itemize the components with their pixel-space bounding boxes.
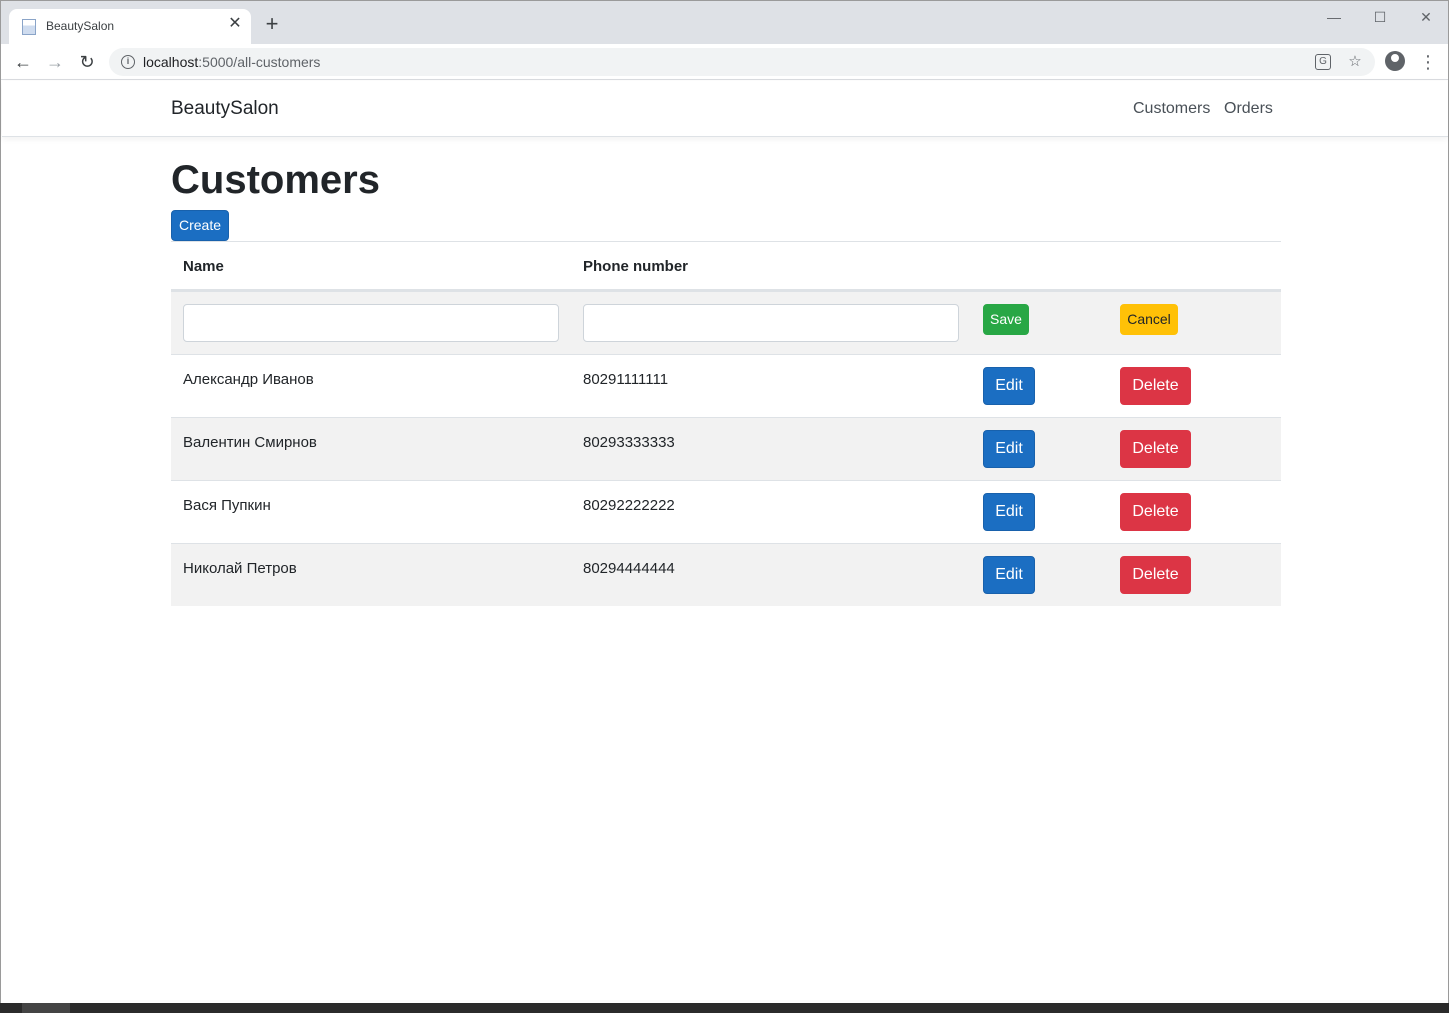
save-button[interactable]: Save: [983, 304, 1029, 335]
name-input[interactable]: [183, 304, 559, 342]
table-row: Валентин Смирнов 80293333333 Edit Delete: [171, 417, 1281, 480]
close-window-button[interactable]: ✕: [1411, 6, 1441, 28]
edit-button[interactable]: Edit: [983, 367, 1035, 405]
browser-toolbar: ← → ↻ i localhost:5000/all-customers G ☆…: [1, 44, 1448, 80]
delete-button[interactable]: Delete: [1120, 367, 1191, 405]
customer-phone: 80294444444: [583, 560, 675, 577]
customer-name: Александр Иванов: [183, 371, 314, 388]
column-header-name: Name: [183, 258, 224, 275]
profile-avatar-icon[interactable]: [1385, 51, 1405, 71]
browser-window: BeautySalon ✕ + — ☐ ✕ ← → ↻ i localhost:…: [0, 0, 1449, 1004]
tab-strip: BeautySalon ✕ + — ☐ ✕: [1, 1, 1448, 44]
minimize-window-button[interactable]: —: [1319, 6, 1349, 28]
os-taskbar: [0, 1003, 1449, 1013]
customer-name: Николай Петров: [183, 560, 297, 577]
browser-tab[interactable]: BeautySalon ✕: [9, 9, 251, 44]
delete-button[interactable]: Delete: [1120, 556, 1191, 594]
forward-button[interactable]: →: [44, 51, 66, 73]
customer-phone: 80291111111: [583, 371, 669, 388]
nav-link-orders[interactable]: Orders: [1224, 100, 1273, 118]
edit-button[interactable]: Edit: [983, 493, 1035, 531]
site-navbar: BeautySalon Customers Orders: [2, 81, 1448, 137]
create-button[interactable]: Create: [171, 210, 229, 241]
navbar-brand[interactable]: BeautySalon: [171, 98, 279, 120]
page-favicon-icon: [22, 19, 36, 35]
page-title: Customers: [171, 158, 380, 202]
column-header-phone: Phone number: [583, 258, 689, 275]
table-row: Николай Петров 80294444444 Edit Delete: [171, 543, 1281, 606]
back-button[interactable]: ←: [12, 51, 34, 73]
taskbar-item[interactable]: [22, 1003, 70, 1013]
edit-button[interactable]: Edit: [983, 430, 1035, 468]
url-host: localhost: [143, 54, 199, 70]
delete-button[interactable]: Delete: [1120, 493, 1191, 531]
address-bar[interactable]: i localhost:5000/all-customers G ☆: [109, 48, 1375, 76]
cancel-button[interactable]: Cancel: [1120, 304, 1178, 335]
customer-name: Вася Пупкин: [183, 497, 271, 514]
page-content: BeautySalon Customers Orders Customers C…: [2, 81, 1448, 1004]
customer-name: Валентин Смирнов: [183, 434, 317, 451]
site-info-icon[interactable]: i: [121, 55, 135, 69]
new-customer-row: Save Cancel: [171, 291, 1281, 354]
url-text[interactable]: localhost:5000/all-customers: [143, 54, 320, 70]
url-path: :5000/all-customers: [198, 54, 321, 70]
table-header: Name Phone number: [171, 241, 1281, 291]
phone-input[interactable]: [583, 304, 959, 342]
close-tab-icon[interactable]: ✕: [226, 15, 244, 33]
customer-phone: 80293333333: [583, 434, 675, 451]
translate-icon[interactable]: G: [1315, 54, 1331, 70]
table-row: Александр Иванов 80291111111 Edit Delete: [171, 354, 1281, 417]
new-tab-button[interactable]: +: [261, 13, 283, 35]
table-row: Вася Пупкин 80292222222 Edit Delete: [171, 480, 1281, 543]
tab-title: BeautySalon: [46, 19, 115, 33]
customer-phone: 80292222222: [583, 497, 675, 514]
nav-link-customers[interactable]: Customers: [1133, 100, 1210, 118]
edit-button[interactable]: Edit: [983, 556, 1035, 594]
maximize-window-button[interactable]: ☐: [1365, 6, 1395, 28]
browser-menu-icon[interactable]: ⋮: [1419, 51, 1437, 73]
bookmark-star-icon[interactable]: ☆: [1345, 52, 1365, 72]
reload-button[interactable]: ↻: [76, 51, 98, 73]
delete-button[interactable]: Delete: [1120, 430, 1191, 468]
